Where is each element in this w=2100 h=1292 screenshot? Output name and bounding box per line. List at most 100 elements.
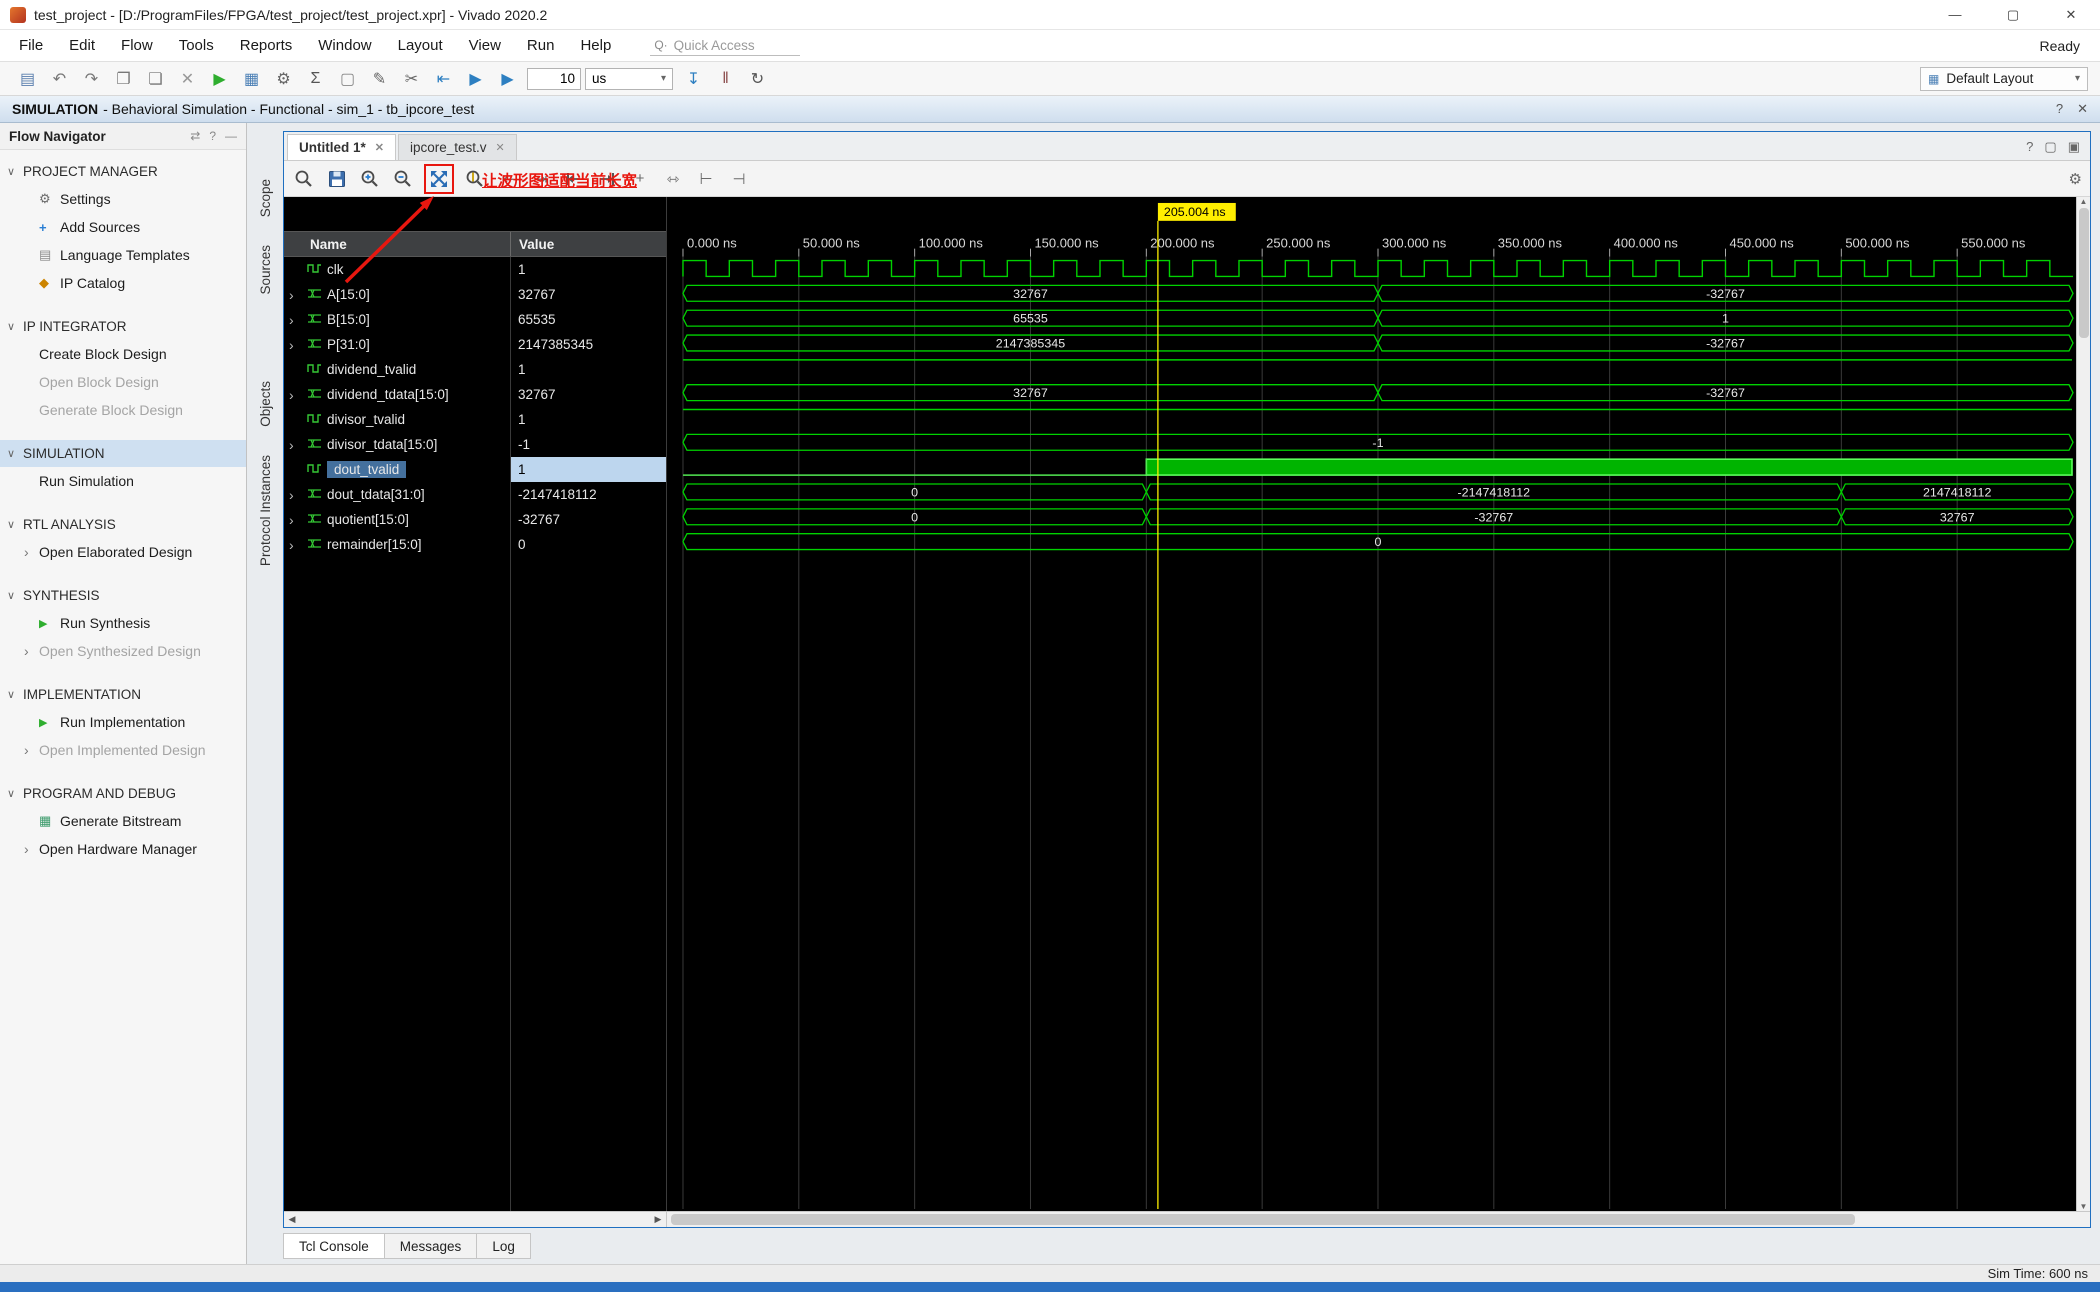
nav-item-open-block-design[interactable]: Open Block Design (0, 368, 246, 396)
expand-chevron-icon[interactable]: › (289, 488, 302, 502)
bottom-tab-log[interactable]: Log (476, 1233, 531, 1259)
nav-item-open-synthesized-design[interactable]: › Open Synthesized Design (0, 637, 246, 665)
run-for-time-icon[interactable]: ▶ (492, 66, 523, 92)
bottom-tab-messages[interactable]: Messages (383, 1233, 478, 1259)
save-waveform-icon[interactable] (325, 167, 349, 191)
expand-chevron-icon[interactable]: › (289, 313, 302, 327)
side-tab-sources[interactable]: Sources (256, 239, 275, 301)
nav-section-ip-integrator[interactable]: ∨ IP INTEGRATOR (0, 313, 246, 340)
nav-item-generate-block-design[interactable]: Generate Block Design (0, 396, 246, 424)
step-icon[interactable]: ↧ (678, 66, 709, 92)
nav-item-settings[interactable]: ⚙ Settings (0, 185, 246, 213)
signal-row-quotient-15-0[interactable]: › quotient[15:0] -32767 (284, 507, 666, 532)
expand-chevron-icon[interactable]: › (289, 388, 302, 402)
menu-window[interactable]: Window (305, 30, 384, 61)
expand-chevron-icon[interactable]: › (289, 438, 302, 452)
previous-transition-icon[interactable] (562, 167, 586, 191)
nav-section-project-manager[interactable]: ∨ PROJECT MANAGER (0, 158, 246, 185)
nav-section-simulation[interactable]: ∨ SIMULATION (0, 440, 246, 467)
add-marker-icon[interactable]: + (628, 167, 652, 191)
help-icon[interactable]: ? (2056, 101, 2063, 117)
signal-row-dout-tdata-31-0[interactable]: › dout_tdata[31:0] -2147418112 (284, 482, 666, 507)
nav-item-create-block-design[interactable]: Create Block Design (0, 340, 246, 368)
run-flow-icon[interactable]: ▶ (204, 66, 235, 92)
snap-to-transition-icon[interactable]: ⊢ (694, 167, 718, 191)
float-window-icon[interactable]: ▢ (2044, 139, 2056, 155)
menu-edit[interactable]: Edit (56, 30, 108, 61)
nav-item-run-synthesis[interactable]: ▶ Run Synthesis (0, 609, 246, 637)
signal-row-clk[interactable]: clk 1 (284, 257, 666, 282)
probe-icon[interactable]: ✂ (396, 66, 427, 92)
open-sim-icon[interactable]: ▦ (236, 66, 267, 92)
names-hscrollbar[interactable]: ◀ ▶ (284, 1212, 667, 1227)
run-time-input[interactable] (527, 67, 581, 90)
collapse-icon[interactable]: — (225, 129, 237, 143)
menu-layout[interactable]: Layout (385, 30, 456, 61)
wave-hscrollbar[interactable] (667, 1212, 2076, 1227)
float-ruler-icon[interactable]: ⊣ (727, 167, 751, 191)
quick-access-search[interactable]: Q· Quick Access (650, 36, 801, 56)
signal-row-a-15-0[interactable]: › A[15:0] 32767 (284, 282, 666, 307)
delete-icon[interactable]: ✕ (172, 66, 203, 92)
vertical-scrollbar[interactable]: ▲ ▼ (2076, 197, 2090, 1211)
signal-row-remainder-15-0[interactable]: › remainder[15:0] 0 (284, 532, 666, 557)
nav-item-language-templates[interactable]: ▤ Language Templates (0, 241, 246, 269)
copy-icon[interactable]: ❐ (108, 66, 139, 92)
scrollbar-thumb[interactable] (671, 1214, 1855, 1225)
signal-row-dividend-tvalid[interactable]: dividend_tvalid 1 (284, 357, 666, 382)
restart-sim-icon[interactable]: ⇤ (428, 66, 459, 92)
minimize-button[interactable]: — (1926, 0, 1984, 29)
paste-icon[interactable]: ❏ (140, 66, 171, 92)
menu-help[interactable]: Help (567, 30, 624, 61)
expand-chevron-icon[interactable]: › (289, 538, 302, 552)
scroll-left-icon[interactable]: ◀ (284, 1214, 300, 1225)
report-sum-icon[interactable]: Σ (300, 66, 331, 92)
expand-chevron-icon[interactable]: › (289, 288, 302, 302)
nav-item-run-simulation[interactable]: Run Simulation (0, 467, 246, 495)
zoom-out-icon[interactable] (391, 167, 415, 191)
scroll-up-icon[interactable]: ▲ (2080, 197, 2088, 206)
break-pause-icon[interactable]: ‖ (710, 66, 741, 92)
settings-gear-icon[interactable]: ⚙ (268, 66, 299, 92)
bottom-tab-tcl-console[interactable]: Tcl Console (283, 1233, 385, 1259)
waveform-canvas[interactable]: 0.000 ns 50.000 ns 100.000 ns 150.000 ns 200… (667, 197, 2076, 1211)
menu-file[interactable]: File (6, 30, 56, 61)
nav-item-open-implemented-design[interactable]: › Open Implemented Design (0, 736, 246, 764)
signal-row-dividend-tdata-15-0[interactable]: › dividend_tdata[15:0] 32767 (284, 382, 666, 407)
next-transition-icon[interactable] (595, 167, 619, 191)
nav-section-program-and-debug[interactable]: ∨ PROGRAM AND DEBUG (0, 780, 246, 807)
zoom-to-cursor-icon[interactable] (463, 167, 487, 191)
nav-section-implementation[interactable]: ∨ IMPLEMENTATION (0, 681, 246, 708)
signal-row-p-31-0[interactable]: › P[31:0] 2147385345 (284, 332, 666, 357)
nav-item-open-elaborated-design[interactable]: › Open Elaborated Design (0, 538, 246, 566)
close-icon[interactable]: ✕ (2077, 101, 2088, 117)
zoom-fit-icon[interactable] (424, 163, 454, 194)
nav-item-open-hardware-manager[interactable]: › Open Hardware Manager (0, 835, 246, 863)
run-all-icon[interactable]: ▶ (460, 66, 491, 92)
menu-flow[interactable]: Flow (108, 30, 166, 61)
close-button[interactable]: ✕ (2042, 0, 2100, 29)
expand-chevron-icon[interactable]: › (289, 338, 302, 352)
redo-icon[interactable]: ↷ (76, 66, 107, 92)
side-tab-objects[interactable]: Objects (256, 375, 275, 433)
find-icon[interactable] (292, 167, 316, 191)
zoom-in-icon[interactable] (358, 167, 382, 191)
swap-panel-icon[interactable]: ⇄ (190, 129, 200, 143)
nav-item-run-implementation[interactable]: ▶ Run Implementation (0, 708, 246, 736)
menu-tools[interactable]: Tools (166, 30, 227, 61)
editor-tab-ipcore-test-v[interactable]: ipcore_test.v ✕ (397, 134, 517, 160)
maximize-panel-icon[interactable]: ▣ (2068, 139, 2080, 155)
scroll-right-icon[interactable]: ▶ (650, 1214, 666, 1225)
maximize-button[interactable]: ▢ (1984, 0, 2042, 29)
signal-row-divisor-tvalid[interactable]: divisor_tvalid 1 (284, 407, 666, 432)
close-icon[interactable]: ✕ (496, 141, 505, 154)
relaunch-icon[interactable]: ↻ (742, 66, 773, 92)
wave-settings-gear-icon[interactable]: ⚙ (2069, 170, 2082, 188)
open-designs-icon[interactable]: ▤ (12, 66, 43, 92)
signal-row-divisor-tdata-15-0[interactable]: › divisor_tdata[15:0] -1 (284, 432, 666, 457)
scroll-down-icon[interactable]: ▼ (2080, 1202, 2088, 1211)
menu-view[interactable]: View (456, 30, 514, 61)
scrollbar-thumb[interactable] (2078, 208, 2089, 338)
expand-chevron-icon[interactable]: › (289, 513, 302, 527)
close-icon[interactable]: ✕ (375, 141, 384, 154)
